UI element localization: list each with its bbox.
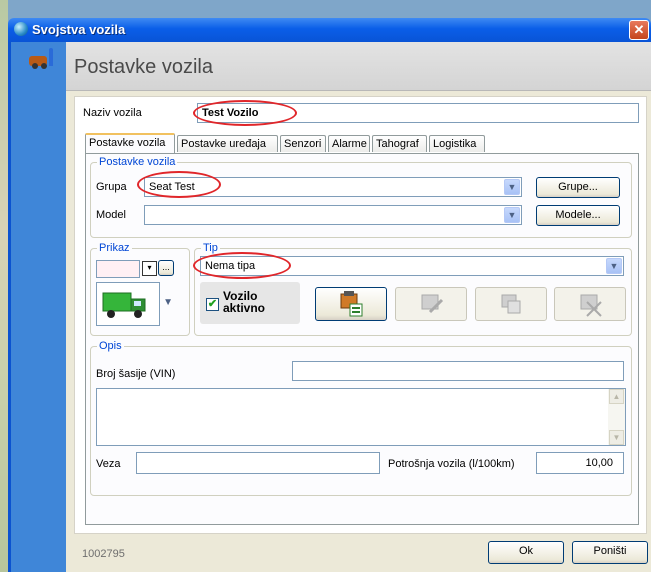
- dialog-header: Postavke vozila: [66, 42, 651, 91]
- delete-icon: [580, 294, 602, 317]
- chevron-down-icon: ▼: [163, 297, 173, 308]
- chevron-down-icon[interactable]: ▼: [504, 179, 520, 195]
- notes-scrollbar[interactable]: ▲ ▼: [608, 389, 625, 445]
- close-button[interactable]: ✕: [629, 20, 649, 40]
- highlight-oval-group: [137, 171, 221, 198]
- groups-button[interactable]: Grupe...: [536, 177, 620, 198]
- window-title: Svojstva vozila: [32, 22, 126, 37]
- vehicle-name-label: Naziv vozila: [83, 107, 142, 119]
- notes-textarea[interactable]: ▲ ▼: [96, 388, 626, 446]
- dialog-content: Naziv vozila Postavke vozila Postavke ur…: [74, 96, 647, 534]
- model-select[interactable]: ▼: [144, 205, 522, 225]
- add-icon: [340, 291, 363, 317]
- vehicle-settings-icon: [29, 48, 53, 69]
- color-picker-button[interactable]: ...: [158, 260, 174, 276]
- ok-button[interactable]: Ok: [488, 541, 564, 564]
- left-sidebar: [8, 42, 69, 572]
- tab-tahograf[interactable]: Tahograf: [372, 135, 427, 152]
- vin-label: Broj šasije (VIN): [96, 368, 176, 380]
- chevron-down-icon[interactable]: ▼: [504, 207, 520, 223]
- vin-input[interactable]: [292, 361, 624, 381]
- description-group-legend: Opis: [99, 340, 122, 352]
- chevron-down-icon[interactable]: ▼: [606, 258, 622, 274]
- models-button[interactable]: Modele...: [536, 205, 620, 226]
- delete-type-button[interactable]: [554, 287, 626, 321]
- vehicle-id: 1002795: [82, 548, 125, 560]
- add-type-button[interactable]: [315, 287, 387, 321]
- edit-icon: [421, 294, 444, 314]
- link-input[interactable]: [136, 452, 380, 474]
- color-dropdown-icon[interactable]: ▾: [142, 261, 157, 276]
- vehicle-icon-select[interactable]: ▼: [96, 282, 173, 326]
- display-group-legend: Prikaz: [99, 242, 130, 254]
- truck-icon: [102, 292, 146, 318]
- tab-senzori[interactable]: Senzori: [280, 135, 326, 152]
- type-group-legend: Tip: [203, 242, 218, 254]
- page-title: Postavke vozila: [74, 56, 213, 78]
- dialog: Postavke vozila Naziv vozila Postavke vo…: [66, 42, 651, 572]
- tab-postavke-uredaja[interactable]: Postavke uređaja: [177, 135, 278, 152]
- scroll-up-icon[interactable]: ▲: [609, 389, 624, 404]
- title-bar: Svojstva vozila ✕: [8, 18, 651, 42]
- tab-alarme[interactable]: Alarme: [328, 135, 370, 152]
- color-swatch[interactable]: [96, 260, 140, 278]
- background-map: [0, 0, 8, 572]
- vehicle-active-label-line2: aktivno: [223, 301, 266, 315]
- cancel-button[interactable]: Poništi: [572, 541, 648, 564]
- globe-icon: [14, 22, 28, 36]
- consumption-input[interactable]: [536, 452, 624, 474]
- vehicle-active-checkbox[interactable]: ✔: [206, 298, 219, 311]
- model-label: Model: [96, 209, 126, 221]
- tab-logistika[interactable]: Logistika: [429, 135, 485, 152]
- scroll-down-icon[interactable]: ▼: [609, 430, 624, 445]
- edit-type-button[interactable]: [395, 287, 467, 321]
- highlight-oval-type: [193, 252, 291, 279]
- consumption-label: Potrošnja vozila (l/100km): [388, 458, 515, 470]
- highlight-oval-name: [193, 100, 297, 126]
- copy-type-button[interactable]: [475, 287, 547, 321]
- tab-panel: Postavke vozila Grupa Seat Test ▼ Grupe.…: [85, 153, 639, 525]
- tab-postavke-vozila[interactable]: Postavke vozila: [85, 133, 175, 153]
- copy-icon: [501, 294, 521, 314]
- group-label: Grupa: [96, 181, 127, 193]
- link-label: Veza: [96, 458, 121, 470]
- settings-group-legend: Postavke vozila: [99, 156, 176, 168]
